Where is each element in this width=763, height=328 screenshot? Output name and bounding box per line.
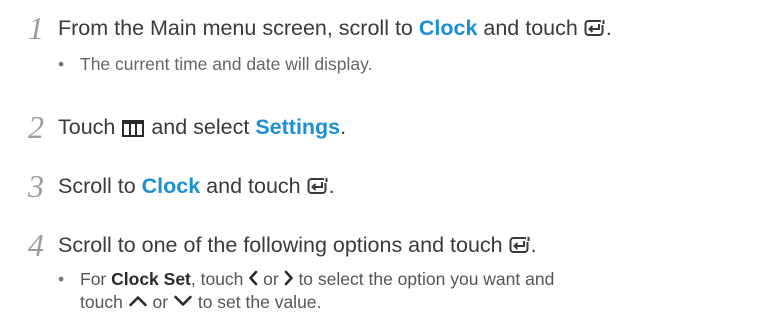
step-text: From the Main menu screen, scroll to Clo… xyxy=(58,16,612,40)
bullet-dot: • xyxy=(58,269,65,289)
step-number: 4 xyxy=(28,227,44,263)
step-4-bullet: • For Clock Set, touch or to select the o… xyxy=(58,269,555,312)
enter-icon xyxy=(307,176,329,196)
enter-icon xyxy=(509,235,531,255)
step-text: Scroll to Clock and touch . xyxy=(58,174,335,198)
step-1-bullet: • The current time and date will display. xyxy=(58,54,373,74)
bullet-dot: • xyxy=(58,54,65,74)
chevron-down-icon xyxy=(173,295,193,307)
menu-keyword-clock: Clock xyxy=(141,174,201,198)
bullet-continuation: touch or to set the value. xyxy=(80,292,322,312)
menu-icon xyxy=(121,119,145,137)
menu-keyword-clock: Clock xyxy=(418,16,478,40)
menu-keyword-settings: Settings xyxy=(255,115,341,139)
chevron-left-icon xyxy=(248,270,258,286)
step-text: Scroll to one of the following options a… xyxy=(58,233,537,257)
step-number: 1 xyxy=(28,10,44,46)
step-number: 3 xyxy=(28,168,44,204)
step-number: 2 xyxy=(28,109,44,145)
option-clock-set: Clock Set xyxy=(111,269,191,289)
enter-icon xyxy=(584,18,606,38)
chevron-right-icon xyxy=(284,270,294,286)
step-text: Touch and select Settings. xyxy=(58,115,347,139)
chevron-up-icon xyxy=(128,295,148,307)
